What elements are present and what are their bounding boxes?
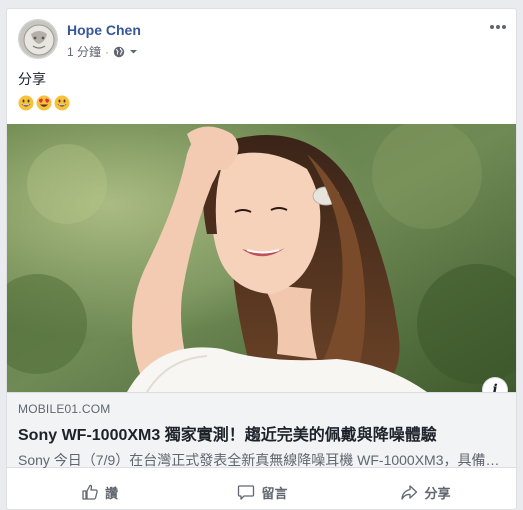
link-preview-image[interactable]: i [7, 124, 516, 392]
share-button[interactable]: 分享 [344, 478, 507, 506]
comment-icon [238, 485, 255, 500]
more-horizontal-icon [502, 25, 506, 29]
grinning-face-emoji [54, 95, 70, 111]
globe-icon[interactable] [113, 46, 125, 58]
comment-label: 留言 [261, 485, 288, 501]
post-actions-bar: 讚 留言 分享 [18, 478, 507, 506]
link-description: Sony 今日（7/9）在台灣正式發表全新真無線降噪耳機 WF-1000XM3，… [18, 452, 507, 468]
like-label: 讚 [104, 485, 118, 501]
author-name[interactable]: Hope Chen [67, 22, 141, 38]
feed-post: Hope Chen 1 分鐘 · 分享 i MOBILE01.COM Sony … [6, 8, 517, 510]
meta-separator: · [105, 44, 110, 59]
post-text: 分享 [18, 71, 46, 87]
heart-eyes-emoji [36, 95, 52, 111]
share-icon [401, 485, 418, 500]
share-label: 分享 [424, 485, 451, 501]
avatar[interactable] [18, 19, 58, 59]
comment-button[interactable]: 留言 [181, 478, 344, 506]
thumbs-up-icon [82, 484, 98, 500]
post-timestamp[interactable]: 1 分鐘 [67, 43, 101, 60]
caret-down-icon[interactable] [129, 47, 138, 56]
more-horizontal-icon [496, 25, 500, 29]
link-title[interactable]: Sony WF-1000XM3 獨家實測！趨近完美的佩戴與降噪體驗 [18, 421, 507, 445]
post-emojis [18, 95, 70, 111]
more-horizontal-icon [490, 25, 494, 29]
photo-woman-earbuds [7, 124, 516, 392]
link-preview-card[interactable]: MOBILE01.COM Sony WF-1000XM3 獨家實測！趨近完美的佩… [7, 392, 516, 468]
like-button[interactable]: 讚 [18, 478, 181, 506]
link-domain: MOBILE01.COM [18, 402, 111, 416]
more-options-button[interactable] [488, 19, 508, 35]
post-header: Hope Chen 1 分鐘 · [7, 9, 516, 67]
info-icon: i [492, 382, 498, 392]
grinning-face-emoji [18, 95, 34, 111]
avatar-image [19, 20, 57, 58]
post-meta: 1 分鐘 · [67, 43, 138, 60]
